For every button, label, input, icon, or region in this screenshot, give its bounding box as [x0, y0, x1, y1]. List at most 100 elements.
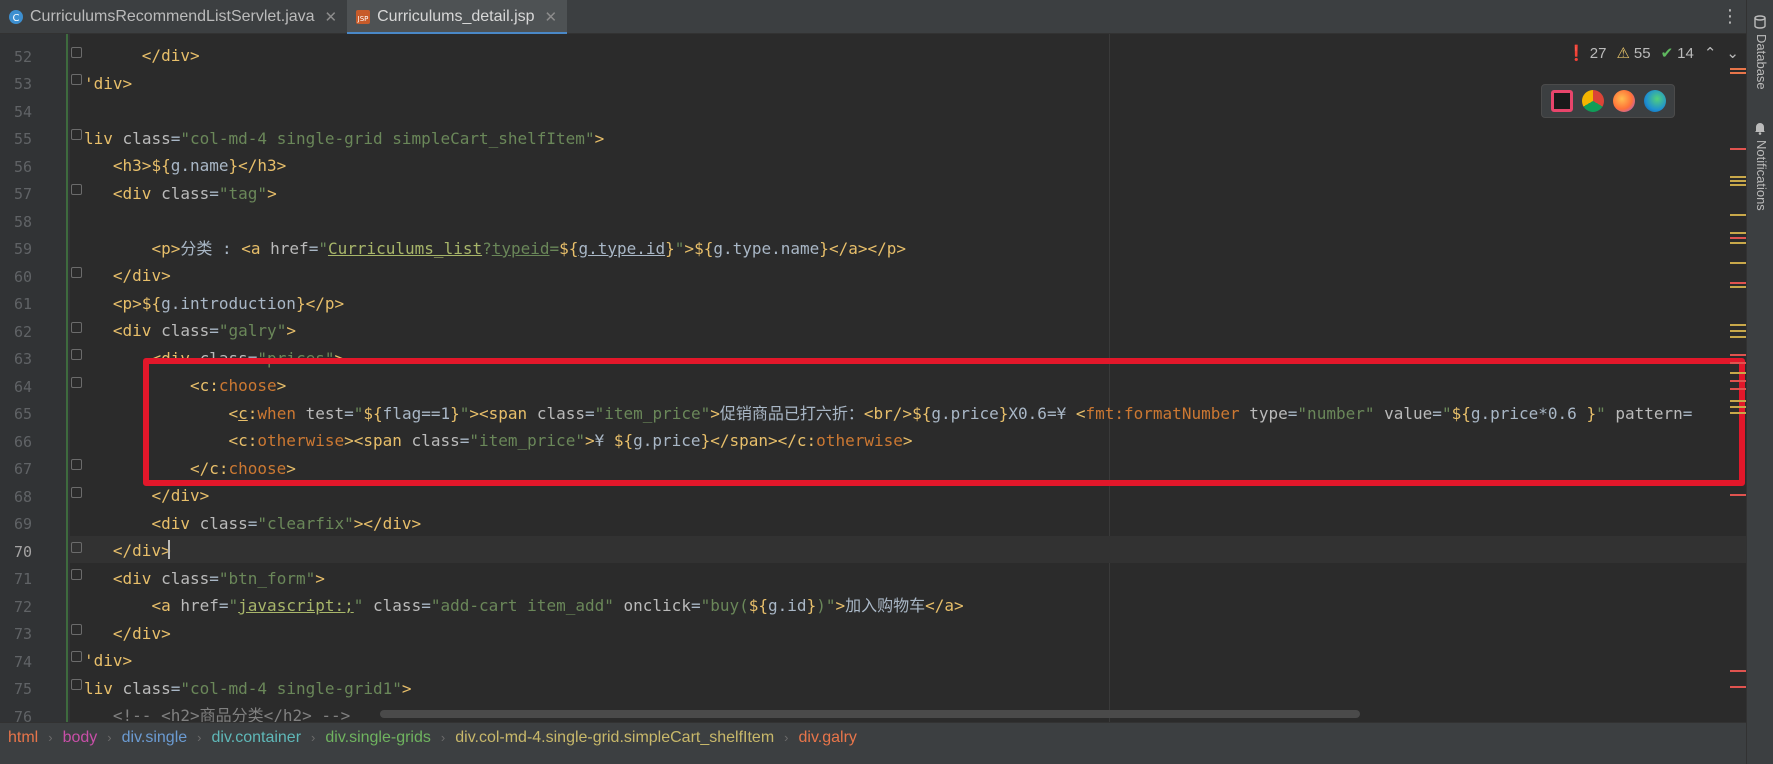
current-line-highlight [70, 536, 1746, 563]
fold-icon[interactable] [71, 377, 82, 388]
tab-curriculums-recommend-servlet[interactable]: C CurriculumsRecommendListServlet.java ✕ [0, 0, 347, 34]
editor-tab-bar: C CurriculumsRecommendListServlet.java ✕… [0, 0, 1773, 35]
stripe-mark[interactable] [1730, 400, 1746, 402]
line-number: 59 [13, 240, 32, 258]
chevron-up-icon[interactable]: ⌃ [1704, 44, 1717, 62]
stripe-mark[interactable] [1730, 262, 1746, 264]
errors-indicator[interactable]: ❗ 27 [1567, 44, 1606, 63]
red-highlight-annotation [143, 358, 1745, 486]
line-number: 74 [13, 653, 32, 671]
line-number: 60 [13, 268, 32, 286]
stripe-mark[interactable] [1730, 148, 1746, 150]
fold-icon[interactable] [71, 542, 82, 553]
chevron-right-icon: › [311, 730, 316, 745]
stripe-mark[interactable] [1730, 380, 1746, 382]
stripe-mark[interactable] [1730, 412, 1746, 414]
error-stripe[interactable] [1730, 34, 1746, 722]
stripe-mark[interactable] [1730, 372, 1746, 374]
fold-icon[interactable] [71, 459, 82, 470]
stripe-mark[interactable] [1730, 282, 1746, 284]
breadcrumb-item[interactable]: body › [63, 729, 122, 747]
fold-icon[interactable] [71, 679, 82, 690]
stripe-mark[interactable] [1730, 388, 1746, 390]
fold-icon[interactable] [71, 47, 82, 58]
code-line: </div> [112, 624, 171, 643]
stripe-mark[interactable] [1730, 72, 1746, 74]
stripe-mark[interactable] [1730, 286, 1746, 288]
stripe-mark[interactable] [1730, 237, 1746, 239]
stripe-mark[interactable] [1730, 232, 1746, 234]
fold-icon[interactable] [71, 624, 82, 635]
stripe-mark[interactable] [1730, 686, 1746, 688]
code-editor[interactable]: 52 53 54 55 56 57 58 59 60 61 62 63 64 6… [0, 34, 1746, 722]
line-number: 68 [13, 488, 32, 506]
fold-icon[interactable] [71, 569, 82, 580]
java-class-icon: C [8, 9, 24, 25]
code-line: </div> [141, 46, 200, 65]
chevron-right-icon: › [440, 730, 446, 745]
code-line: 'div> [84, 74, 133, 93]
breadcrumb-item[interactable]: html › [8, 729, 63, 747]
chevron-right-icon: › [784, 730, 789, 745]
database-icon[interactable] [1753, 14, 1767, 29]
stripe-mark[interactable] [1730, 176, 1746, 178]
close-icon[interactable]: ✕ [545, 8, 558, 26]
code-line: <!-- <h2>商品分类</h2> --> [112, 706, 351, 722]
breadcrumb-item[interactable]: div.col-md-4.single-grid.simpleCart_shel… [455, 729, 798, 747]
stripe-mark[interactable] [1730, 242, 1746, 244]
stripe-mark[interactable] [1730, 362, 1746, 364]
close-icon[interactable]: ✕ [325, 8, 338, 26]
more-options-icon[interactable]: ⋮ [1721, 6, 1739, 27]
status-bar [0, 752, 1746, 764]
chevron-right-icon: › [48, 730, 53, 745]
fold-icon[interactable] [71, 651, 82, 662]
line-number: 71 [13, 570, 32, 588]
svg-text:C: C [13, 13, 20, 24]
fold-icon[interactable] [71, 129, 82, 140]
stripe-mark[interactable] [1730, 354, 1746, 356]
stripe-mark[interactable] [1730, 670, 1746, 672]
breadcrumb-item[interactable]: div.single › [122, 729, 212, 747]
line-number: 64 [13, 378, 32, 396]
line-number: 61 [13, 295, 32, 313]
bell-icon[interactable] [1753, 120, 1767, 135]
inspection-widget[interactable]: ❗ 27 ⚠ 55 ✔ 14 ⌃ ⌄ [1567, 44, 1739, 63]
stripe-mark[interactable] [1730, 330, 1746, 332]
breadcrumb-item[interactable]: div.container › [211, 729, 325, 747]
jsp-file-icon: JSP [355, 9, 371, 25]
warnings-indicator[interactable]: ⚠ 55 [1616, 44, 1650, 63]
code-line: 'div> [84, 651, 133, 670]
fold-icon[interactable] [71, 322, 82, 333]
stripe-mark[interactable] [1730, 180, 1746, 182]
code-line: </div> [151, 486, 210, 505]
stripe-mark[interactable] [1730, 324, 1746, 326]
fold-icon[interactable] [71, 74, 82, 85]
line-number: 65 [13, 405, 32, 423]
stripe-mark[interactable] [1730, 68, 1746, 70]
tab-label: CurriculumsRecommendListServlet.java [30, 8, 315, 25]
text-caret [168, 540, 170, 559]
firefox-icon[interactable] [1612, 90, 1635, 112]
typos-indicator[interactable]: ✔ 14 [1660, 44, 1694, 63]
stripe-mark[interactable] [1730, 184, 1746, 186]
stripe-mark[interactable] [1730, 214, 1746, 216]
chrome-icon[interactable] [1581, 90, 1604, 112]
notifications-tool-label[interactable]: Notifications [1754, 140, 1769, 211]
tab-curriculums-detail-jsp[interactable]: JSP Curriculums_detail.jsp ✕ [347, 0, 568, 35]
stripe-mark[interactable] [1730, 406, 1746, 408]
fold-icon[interactable] [71, 487, 82, 498]
breadcrumb-item[interactable]: div.galry [799, 729, 857, 747]
breadcrumb-item[interactable]: div.single-grids › [325, 729, 455, 747]
horizontal-scrollbar[interactable] [380, 710, 1360, 718]
intellij-browser-icon[interactable] [1550, 90, 1573, 112]
stripe-mark[interactable] [1730, 336, 1746, 338]
database-tool-label[interactable]: Database [1754, 34, 1769, 90]
check-icon: ✔ [1660, 45, 1674, 62]
stripe-mark[interactable] [1730, 494, 1746, 496]
fold-icon[interactable] [71, 349, 82, 360]
edge-icon[interactable] [1643, 90, 1666, 112]
chevron-right-icon: › [197, 730, 202, 745]
fold-icon[interactable] [71, 267, 82, 278]
fold-icon[interactable] [71, 184, 82, 195]
line-number: 54 [13, 103, 32, 121]
